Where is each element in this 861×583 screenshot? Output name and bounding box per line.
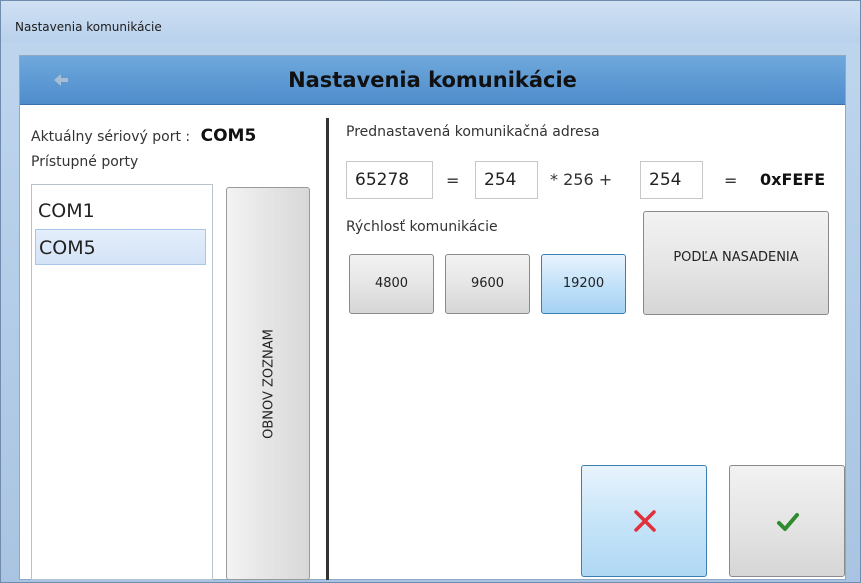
refresh-list-label: OBNOV ZOZNAM — [261, 329, 277, 439]
cancel-button[interactable] — [581, 465, 707, 577]
equals-sign-1: = — [446, 171, 460, 190]
speed-19200-button[interactable]: 19200 — [541, 254, 626, 314]
address-label: Prednastavená komunikačná adresa — [346, 124, 600, 140]
available-ports-label: Prístupné porty — [31, 154, 139, 170]
refresh-list-button[interactable]: OBNOV ZOZNAM — [226, 187, 310, 580]
list-item-com1[interactable]: COM1 — [35, 193, 206, 229]
by-deployment-label: PODĽA NASADENIA — [673, 250, 799, 265]
dialog-body: Nastavenia komunikácie Aktuálny sériový … — [19, 55, 846, 580]
close-icon — [634, 510, 656, 532]
title-bar: Nastavenia komunikácie — [1, 1, 860, 43]
multiplier-text: * 256 + — [550, 170, 613, 189]
arrow-left-icon — [54, 74, 68, 86]
speed-9600-button[interactable]: 9600 — [445, 254, 530, 314]
speed-4800-button[interactable]: 4800 — [349, 254, 434, 314]
current-port-value: COM5 — [200, 126, 257, 146]
confirm-button[interactable] — [729, 465, 845, 577]
address-low-byte-field[interactable]: 254 — [640, 161, 703, 199]
by-deployment-button[interactable]: PODĽA NASADENIA — [643, 211, 829, 315]
address-hex-value: 0xFEFE — [760, 170, 826, 189]
current-port-label: Aktuálny sériový port : — [31, 129, 191, 145]
window: Nastavenia komunikácie Nastavenia komuni… — [0, 0, 861, 583]
window-title: Nastavenia komunikácie — [15, 20, 162, 34]
back-button[interactable] — [46, 66, 76, 94]
address-high-byte-field[interactable]: 254 — [475, 161, 538, 199]
speed-label: Rýchlosť komunikácie — [346, 219, 498, 235]
list-item-com5[interactable]: COM5 — [35, 229, 206, 265]
column-divider — [326, 118, 329, 580]
equals-sign-2: = — [724, 171, 738, 190]
header-bar: Nastavenia komunikácie — [20, 56, 845, 105]
ports-listbox[interactable]: COM1 COM5 — [31, 184, 213, 580]
address-decimal-field[interactable]: 65278 — [346, 161, 433, 199]
check-icon — [777, 513, 799, 531]
page-title: Nastavenia komunikácie — [288, 68, 577, 92]
current-port-row: Aktuálny sériový port : COM5 — [31, 126, 256, 146]
